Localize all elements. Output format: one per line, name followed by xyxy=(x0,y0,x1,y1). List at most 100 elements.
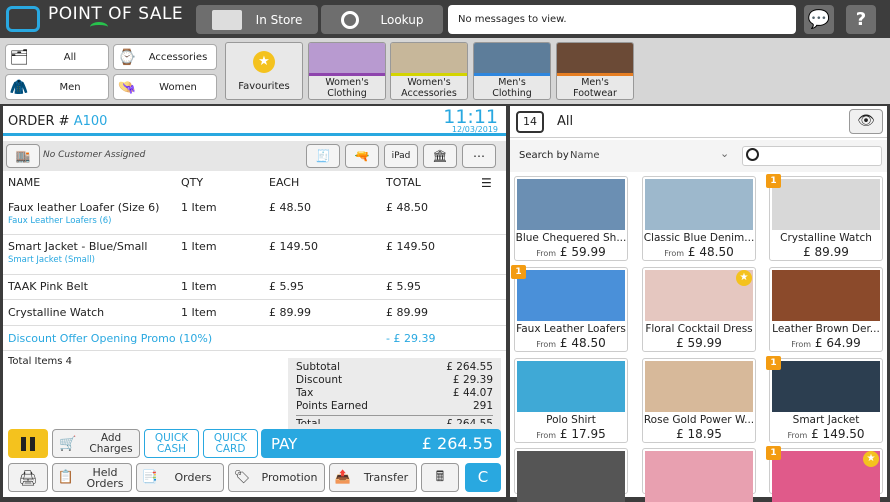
eye-button[interactable]: 👁 xyxy=(849,109,883,134)
column-qty: QTY xyxy=(181,176,204,189)
category-all-button[interactable]: 🗂 All xyxy=(5,44,109,70)
product-name: Floral Cocktail Dress xyxy=(645,323,753,335)
order-header: ORDER # A100 11:11 12/03/2019 xyxy=(3,106,506,136)
add-charges-button[interactable]: 🛒 Add Charges xyxy=(52,429,140,458)
product-name: Classic Blue Denim... xyxy=(643,232,755,244)
star-icon: ★ xyxy=(863,451,879,467)
held-orders-button[interactable]: 📋 Held Orders xyxy=(52,463,132,492)
help-button[interactable]: ? xyxy=(846,5,876,34)
store-icon xyxy=(211,9,242,30)
product-card[interactable]: Leather Brown Der... From £ 64.99 xyxy=(769,267,883,352)
totals-box: Subtotal £ 264.55 Discount £ 29.39 Tax £ 44… xyxy=(288,358,501,434)
product-image xyxy=(772,179,880,230)
product-price: From £ 64.99 xyxy=(791,336,861,350)
search-input[interactable] xyxy=(742,146,882,166)
tile-womens-accessories[interactable]: Women's Accessories xyxy=(390,42,468,100)
print-button[interactable]: 🖨 xyxy=(8,463,48,492)
product-card[interactable]: Blue Chequered Sh... From £ 59.99 xyxy=(514,176,628,261)
total-value: £ 264.55 xyxy=(446,418,493,424)
product-card[interactable] xyxy=(514,448,628,502)
more-button[interactable]: ⋯ xyxy=(462,144,496,168)
product-card[interactable]: Polo Shirt From £ 17.95 xyxy=(514,358,628,443)
barcode-scanner-button[interactable]: 🔫 xyxy=(345,144,379,168)
star-icon: ★ xyxy=(253,51,275,73)
tax-value: £ 44.07 xyxy=(452,387,493,399)
product-name: Crystalline Watch xyxy=(780,232,872,244)
product-panel-title: All xyxy=(557,114,574,129)
product-card[interactable]: Rose Gold Power W... £ 18.95 xyxy=(642,358,756,443)
order-line[interactable]: Crystalline Watch 1 Item £ 89.99 £ 89.99 xyxy=(3,300,506,326)
chat-button[interactable]: 💬 xyxy=(804,5,834,34)
product-image xyxy=(517,361,625,412)
tile-image xyxy=(474,43,550,76)
app-logo xyxy=(6,6,40,32)
search-field-select[interactable]: Name xyxy=(570,150,600,161)
in-store-button[interactable]: In Store xyxy=(196,5,318,34)
ipad-button[interactable]: iPad xyxy=(384,144,418,168)
order-panel: ORDER # A100 11:11 12/03/2019 🏬 No Custo… xyxy=(3,106,506,497)
calculator-button[interactable]: 🖩 xyxy=(421,463,459,492)
product-card[interactable]: Crystalline Watch £ 89.99 1 xyxy=(766,174,883,261)
transfer-button[interactable]: 📤 Transfer xyxy=(329,463,417,492)
product-card[interactable]: Classic Blue Denim... From £ 48.50 xyxy=(642,176,756,261)
category-men-button[interactable]: 🧥 Men xyxy=(5,74,109,100)
product-image xyxy=(645,179,753,230)
orders-icon: 📑 xyxy=(141,470,159,485)
menu-icon[interactable]: ☰ xyxy=(481,176,492,190)
product-card[interactable]: 1 ★ xyxy=(766,446,883,502)
category-accessories-button[interactable]: ⌚ Accessories xyxy=(113,44,217,70)
tile-image xyxy=(391,43,467,76)
column-total: TOTAL xyxy=(386,176,421,189)
lookup-button[interactable]: Lookup xyxy=(321,5,443,34)
stock-badge: 1 xyxy=(766,174,781,188)
order-line[interactable]: Faux leather Loafer (Size 6) Faux Leathe… xyxy=(3,194,506,235)
in-store-label: In Store xyxy=(255,12,303,27)
column-each: EACH xyxy=(269,176,300,189)
receipt-button[interactable]: 🧾 xyxy=(306,144,340,168)
tile-mens-footwear[interactable]: Men's Footwear xyxy=(556,42,634,100)
tile-image xyxy=(309,43,385,76)
product-card[interactable]: Floral Cocktail Dress £ 59.99 ★ xyxy=(642,267,756,352)
product-price: From £ 149.50 xyxy=(787,427,865,441)
product-card[interactable]: Faux Leather Loafers From £ 48.50 1 xyxy=(511,265,628,352)
customer-bar: 🏬 No Customer Assigned 🧾 🔫 iPad 🏛 ⋯ xyxy=(3,141,506,171)
stock-badge: 1 xyxy=(511,265,526,279)
ipad-label: iPad xyxy=(391,151,411,161)
promotion-button[interactable]: 🏷 Promotion xyxy=(228,463,325,492)
product-panel: 14 All 👁 Search by Name ⌄ Blue Chequered… xyxy=(510,106,887,502)
product-count-badge: 14 xyxy=(516,111,544,133)
folder-icon: 🗂 xyxy=(9,48,29,66)
category-women-button[interactable]: 👒 Women xyxy=(113,74,217,100)
chevron-down-icon[interactable]: ⌄ xyxy=(720,147,729,160)
search-icon xyxy=(746,148,759,161)
promotion-icon: 🏷 xyxy=(233,470,251,485)
customer-button[interactable]: 🏬 xyxy=(6,144,40,168)
tile-womens-clothing[interactable]: Women's Clothing xyxy=(308,42,386,100)
total-items: Total Items 4 xyxy=(8,356,73,367)
product-name: Polo Shirt xyxy=(546,414,596,426)
pause-button[interactable] xyxy=(8,429,48,458)
order-label: ORDER # xyxy=(8,114,70,129)
quick-cash-button[interactable]: QUICK CASH xyxy=(144,429,199,458)
bank-button[interactable]: 🏛 xyxy=(423,144,457,168)
product-image xyxy=(772,270,880,321)
help-icon: ? xyxy=(855,9,867,30)
product-card[interactable] xyxy=(642,448,756,502)
chat-icon: 💬 xyxy=(807,9,831,30)
pay-button[interactable]: PAY £ 264.55 xyxy=(261,429,501,458)
clear-button[interactable]: C xyxy=(465,463,501,492)
favourites-button[interactable]: ★ Favourites xyxy=(225,42,303,100)
discount-line[interactable]: Discount Offer Opening Promo (10%) - £ 2… xyxy=(3,326,506,351)
product-image xyxy=(645,361,753,412)
quick-card-button[interactable]: QUICK CARD xyxy=(203,429,258,458)
scanner-icon: 🔫 xyxy=(354,149,370,163)
order-line[interactable]: TAAK Pink Belt 1 Item £ 5.95 £ 5.95 xyxy=(3,275,506,300)
product-card[interactable]: Smart Jacket From £ 149.50 1 xyxy=(766,356,883,443)
points-value: 291 xyxy=(472,400,493,412)
tile-image xyxy=(557,43,633,76)
customer-icon: 🏬 xyxy=(15,149,31,163)
customer-label: No Customer Assigned xyxy=(43,150,146,160)
tile-mens-clothing[interactable]: Men's Clothing xyxy=(473,42,551,100)
orders-button[interactable]: 📑 Orders xyxy=(136,463,224,492)
order-line[interactable]: Smart Jacket - Blue/Small Smart Jacket (… xyxy=(3,235,506,275)
